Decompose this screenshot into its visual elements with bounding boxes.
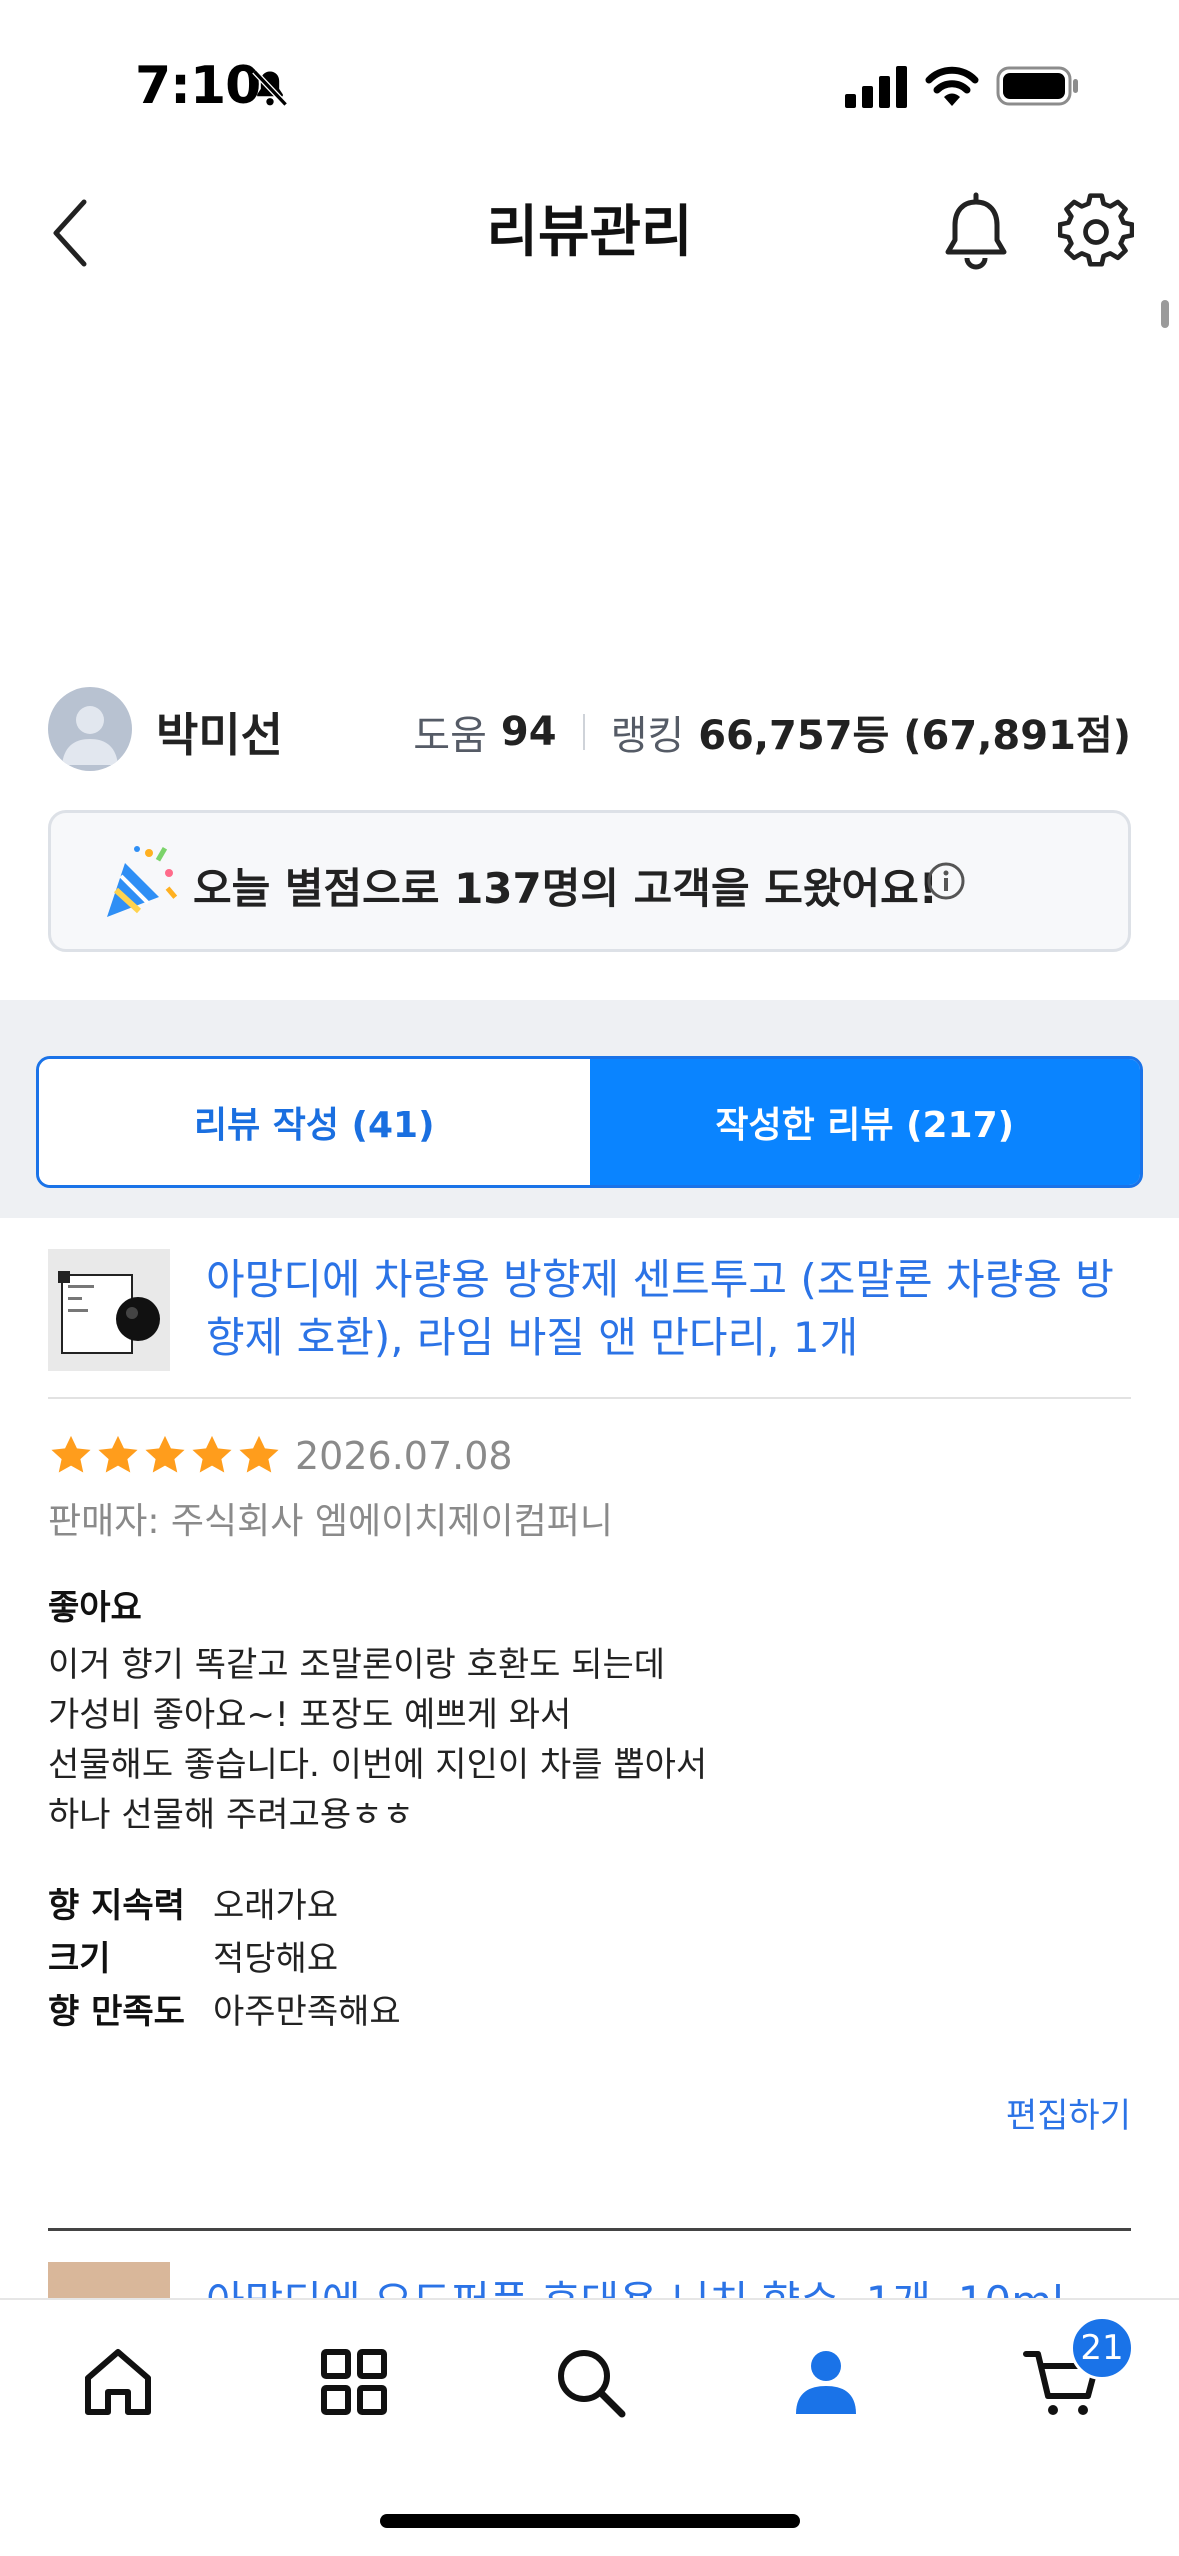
review-body-line: 선물해도 좋습니다. 이번에 지인이 차를 뽑아서 xyxy=(48,1745,708,1785)
home-indicator[interactable] xyxy=(380,2514,800,2528)
profile-summary: 박미선 도움 94 랭킹 66,757등 (67,891점) xyxy=(48,685,1131,775)
rating-row: 2026.07.08 xyxy=(48,1428,513,1484)
review-separator xyxy=(48,2228,1131,2231)
star-icon xyxy=(145,1435,185,1473)
product-image xyxy=(48,1249,170,1371)
next-product-thumbnail[interactable] xyxy=(48,2262,170,2302)
settings-gear-icon[interactable] xyxy=(1058,192,1134,272)
help-label: 도움 xyxy=(413,713,487,759)
review-body-line: 가성비 좋아요~! 포장도 예쁘게 와서 xyxy=(48,1695,572,1735)
notification-bell-icon[interactable] xyxy=(940,192,1012,272)
edit-review-link[interactable]: 편집하기 xyxy=(1006,2088,1131,2137)
profile-name: 박미선 xyxy=(156,708,283,762)
attribute-row: 크기 적당해요 xyxy=(48,1929,748,1982)
star-icon xyxy=(98,1435,138,1473)
bell-off-icon xyxy=(252,69,288,107)
star-icon xyxy=(239,1435,279,1473)
attribute-key: 향 지속력 xyxy=(48,1886,185,1926)
search-icon[interactable] xyxy=(550,2342,630,2422)
help-banner-text: 오늘 별점으로 137명의 고객을 도왔어요! xyxy=(193,864,938,913)
divider xyxy=(48,1397,1131,1399)
status-bar: 7:10 xyxy=(0,0,1179,170)
scroll-indicator[interactable] xyxy=(1161,300,1169,328)
tab-area: 리뷰 작성 (41) 작성한 리뷰 (217) xyxy=(0,1000,1179,1218)
help-banner: 오늘 별점으로 137명의 고객을 도왔어요! xyxy=(48,810,1131,952)
review-tabs: 리뷰 작성 (41) 작성한 리뷰 (217) xyxy=(36,1056,1143,1188)
attribute-value: 오래가요 xyxy=(213,1886,339,1926)
profile-stats: 도움 94 랭킹 66,757등 (67,891점) xyxy=(413,703,1131,761)
user-silhouette-icon xyxy=(62,706,118,765)
attribute-key: 향 만족도 xyxy=(48,1992,185,2032)
app-header: 리뷰관리 xyxy=(0,170,1179,300)
ranking-label: 랭킹 xyxy=(610,713,685,759)
tab-written-reviews[interactable]: 작성한 리뷰 (217) xyxy=(589,1059,1140,1185)
star-icon xyxy=(192,1435,232,1473)
help-value: 94 xyxy=(500,709,557,755)
wifi-icon xyxy=(925,66,979,106)
party-popper-icon xyxy=(107,846,178,917)
avatar[interactable] xyxy=(48,687,132,771)
home-icon[interactable] xyxy=(78,2342,158,2422)
product-thumbnail[interactable] xyxy=(48,1249,170,1371)
attribute-row: 향 지속력 오래가요 xyxy=(48,1876,748,1929)
review-body: 이거 향기 똑같고 조말론이랑 호환도 되는데 가성비 좋아요~! 포장도 예쁘… xyxy=(48,1640,1131,1840)
tab-write-review[interactable]: 리뷰 작성 (41) xyxy=(39,1059,590,1185)
my-icon[interactable] xyxy=(786,2342,866,2422)
review-date: 2026.07.08 xyxy=(295,1434,513,1478)
stats-divider xyxy=(582,714,585,750)
review-body-line: 하나 선물해 주려고용ㅎㅎ xyxy=(48,1795,414,1835)
attribute-row: 향 만족도 아주만족해요 xyxy=(48,1982,748,2035)
product-name-link[interactable]: 아망디에 차량용 방향제 센트투고 (조말론 차량용 방향제 호환), 라임 바… xyxy=(206,1251,1131,1367)
review-attributes: 향 지속력 오래가요 크기 적당해요 향 만족도 아주만족해요 xyxy=(48,1876,748,2035)
battery-icon xyxy=(996,66,1078,106)
attribute-value: 아주만족해요 xyxy=(213,1992,401,2032)
attribute-value: 적당해요 xyxy=(213,1939,339,1979)
next-review-product[interactable]: 아망디에 오드퍼퓸 휴대용 니치 향수, 1개, 10ml xyxy=(48,2262,1131,2302)
attribute-key: 크기 xyxy=(48,1939,111,1979)
next-product-name-link[interactable]: 아망디에 오드퍼퓸 휴대용 니치 향수, 1개, 10ml xyxy=(206,2268,1064,2302)
review-headline: 좋아요 xyxy=(48,1588,142,1628)
category-icon[interactable] xyxy=(314,2342,394,2422)
cart-count-badge: 21 xyxy=(1070,2316,1134,2380)
review-product[interactable]: 아망디에 차량용 방향제 센트투고 (조말론 차량용 방향제 호환), 라임 바… xyxy=(48,1245,1131,1400)
info-icon[interactable] xyxy=(926,861,966,901)
star-icon xyxy=(51,1435,91,1473)
ranking-value: 66,757등 (67,891점) xyxy=(698,713,1131,759)
cellular-signal-icon xyxy=(845,66,907,108)
status-time: 7:10 xyxy=(135,56,261,116)
review-body-line: 이거 향기 똑같고 조말론이랑 호환도 되는데 xyxy=(48,1645,666,1685)
seller-name: 판매자: 주식회사 엠에이치제이컴퍼니 xyxy=(48,1501,613,1542)
